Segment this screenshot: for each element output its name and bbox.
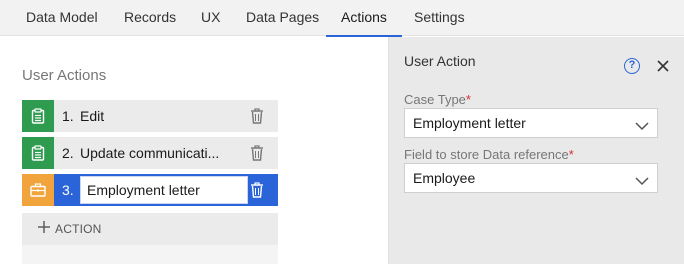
- trash-icon[interactable]: [250, 145, 264, 161]
- add-action-label: ACTION: [55, 222, 102, 236]
- clipboard-icon: [22, 137, 54, 169]
- case-type-select[interactable]: Employment letter: [404, 108, 658, 138]
- data-reference-select[interactable]: Employee: [404, 163, 658, 193]
- action-name-input[interactable]: [80, 176, 248, 204]
- required-marker: *: [465, 92, 471, 107]
- action-number: 1.: [62, 108, 74, 124]
- action-name: Edit: [80, 108, 105, 124]
- data-reference-value: Employee: [413, 170, 476, 186]
- briefcase-icon: [22, 174, 54, 206]
- trash-icon[interactable]: [250, 108, 264, 124]
- chevron-down-icon: [635, 118, 649, 131]
- tab-bar: Data Model Records UX Data Pages Actions…: [0, 0, 684, 37]
- tab-actions[interactable]: Actions: [326, 0, 402, 37]
- action-number: 2.: [62, 145, 74, 161]
- action-name: Update communicati...: [80, 145, 220, 161]
- action-number: 3.: [62, 182, 74, 198]
- required-marker: *: [568, 147, 574, 162]
- user-action-details-panel: User Action ? Case Type* Employment lett…: [388, 37, 684, 264]
- help-icon[interactable]: ?: [624, 58, 640, 74]
- chevron-down-icon: [635, 173, 649, 186]
- tab-data-pages[interactable]: Data Pages: [246, 0, 319, 36]
- tab-settings[interactable]: Settings: [414, 0, 465, 36]
- user-actions-panel: User Actions 1. Edit 2. Update communica…: [0, 37, 388, 264]
- action-row-employment-letter[interactable]: 3.: [22, 174, 278, 206]
- action-row-edit[interactable]: 1. Edit: [22, 100, 278, 132]
- tab-data-model[interactable]: Data Model: [26, 0, 98, 36]
- action-list-footer: [22, 245, 278, 264]
- tab-records[interactable]: Records: [124, 0, 176, 36]
- panel-title: User Action: [404, 53, 476, 69]
- data-reference-label: Field to store Data reference*: [404, 147, 574, 162]
- clipboard-icon: [22, 100, 54, 132]
- user-actions-title: User Actions: [22, 67, 107, 84]
- close-icon[interactable]: [655, 58, 671, 74]
- case-type-label: Case Type*: [404, 92, 471, 107]
- add-action-button[interactable]: ACTION: [22, 213, 278, 245]
- tab-ux[interactable]: UX: [201, 0, 220, 36]
- plus-icon: [38, 221, 50, 237]
- case-type-value: Employment letter: [413, 115, 526, 131]
- trash-icon[interactable]: [250, 182, 264, 198]
- action-row-update-communication[interactable]: 2. Update communicati...: [22, 137, 278, 169]
